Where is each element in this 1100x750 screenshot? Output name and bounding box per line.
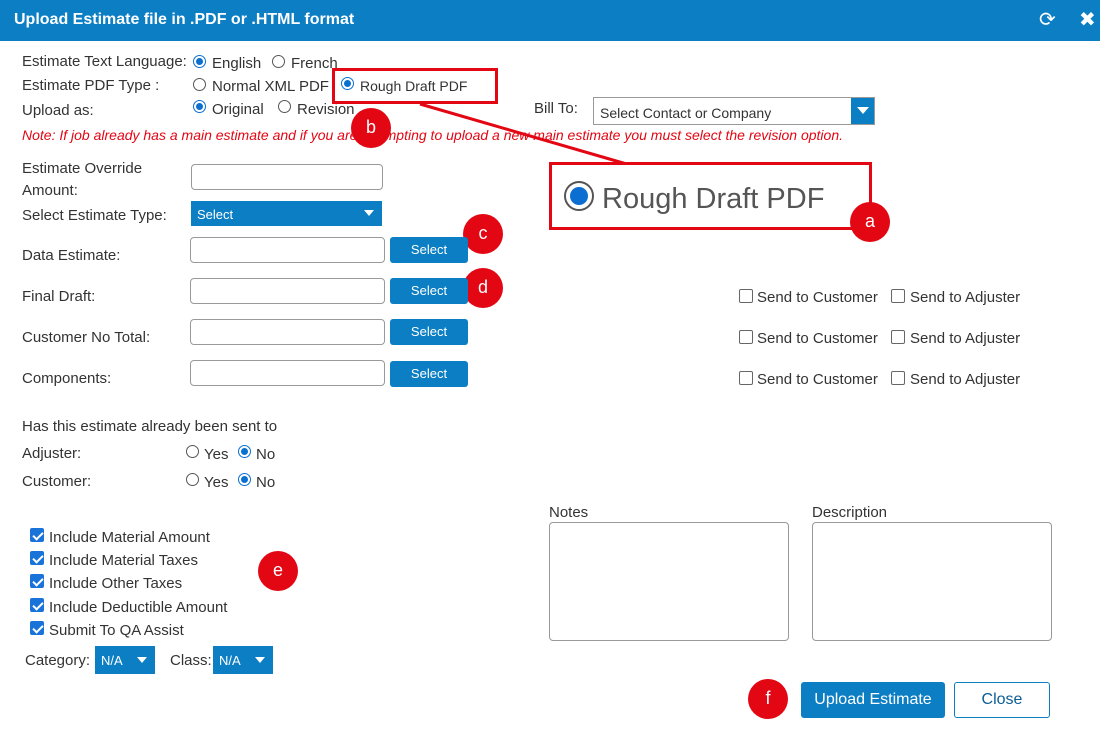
marker-d: d xyxy=(463,268,503,308)
radio-adjuster-no-label: No xyxy=(256,446,276,463)
submit-to-qa-assist-label: Submit To QA Assist xyxy=(49,622,184,639)
description-label: Description xyxy=(812,504,888,521)
callout-box: Rough Draft PDF xyxy=(549,162,872,230)
customer-label: Customer: xyxy=(22,473,92,490)
send-to-customer-checkbox[interactable] xyxy=(739,289,753,303)
class-label: Class: xyxy=(170,652,212,669)
radio-customer-yes[interactable] xyxy=(186,473,199,486)
file-label-data-estimate: Data Estimate: xyxy=(22,247,121,264)
select-button-components[interactable]: Select xyxy=(390,361,468,387)
include-material-taxes-label: Include Material Taxes xyxy=(49,552,198,569)
include-material-amount-checkbox[interactable] xyxy=(30,528,44,542)
override-label-line1: Estimate Override xyxy=(22,160,143,177)
send-to-customer-checkbox[interactable] xyxy=(739,330,753,344)
send-to-adjuster-checkbox[interactable] xyxy=(891,371,905,385)
send-to-adjuster-checkbox[interactable] xyxy=(891,330,905,344)
send-to-customer-label: Send to Customer xyxy=(757,289,878,306)
callout-radio-icon xyxy=(564,181,594,211)
class-value: N/A xyxy=(219,653,241,668)
callout-text: Rough Draft PDF xyxy=(602,183,825,215)
category-value: N/A xyxy=(101,653,123,668)
close-button[interactable]: Close xyxy=(954,682,1050,718)
radio-customer-no-label: No xyxy=(256,474,276,491)
file-label-customer-no-total: Customer No Total: xyxy=(22,329,151,346)
select-button-customer-no-total[interactable]: Select xyxy=(390,319,468,345)
override-label-line2: Amount: xyxy=(22,182,78,199)
send-to-adjuster-label: Send to Adjuster xyxy=(910,289,1021,306)
radio-customer-yes-label: Yes xyxy=(204,474,229,491)
chevron-down-icon xyxy=(364,210,374,216)
send-to-adjuster-label: Send to Adjuster xyxy=(910,330,1021,347)
override-amount-input[interactable] xyxy=(191,164,383,190)
file-input-customer-no-total[interactable] xyxy=(190,319,385,345)
category-label: Category: xyxy=(25,652,91,669)
file-input-components[interactable] xyxy=(190,360,385,386)
send-to-adjuster-label: Send to Adjuster xyxy=(910,371,1021,388)
include-material-taxes-checkbox[interactable] xyxy=(30,551,44,565)
marker-b: b xyxy=(351,108,391,148)
description-textarea[interactable] xyxy=(812,522,1052,641)
send-to-customer-checkbox[interactable] xyxy=(739,371,753,385)
marker-e: e xyxy=(258,551,298,591)
include-other-taxes-label: Include Other Taxes xyxy=(49,575,183,592)
estimate-type-value: Select xyxy=(197,207,234,222)
estimate-type-label: Select Estimate Type: xyxy=(22,207,167,224)
adjuster-label: Adjuster: xyxy=(22,445,82,462)
radio-adjuster-yes-label: Yes xyxy=(204,446,229,463)
upload-estimate-button[interactable]: Upload Estimate xyxy=(801,682,945,718)
include-deductible-amount-label: Include Deductible Amount xyxy=(49,599,228,616)
notes-textarea[interactable] xyxy=(549,522,789,641)
send-to-adjuster-checkbox[interactable] xyxy=(891,289,905,303)
marker-f: f xyxy=(748,679,788,719)
include-deductible-amount-checkbox[interactable] xyxy=(30,598,44,612)
estimate-type-select[interactable]: Select xyxy=(191,201,382,226)
chevron-down-icon xyxy=(137,657,147,663)
select-button-final-draft[interactable]: Select xyxy=(390,278,468,304)
include-material-amount-label: Include Material Amount xyxy=(49,529,210,546)
send-to-customer-label: Send to Customer xyxy=(757,371,878,388)
chevron-down-icon xyxy=(255,657,265,663)
include-other-taxes-checkbox[interactable] xyxy=(30,574,44,588)
notes-label: Notes xyxy=(549,504,589,521)
category-select[interactable]: N/A xyxy=(95,646,155,674)
submit-to-qa-assist-checkbox[interactable] xyxy=(30,621,44,635)
radio-customer-no[interactable] xyxy=(238,473,251,486)
radio-adjuster-no[interactable] xyxy=(238,445,251,458)
marker-a: a xyxy=(850,202,890,242)
file-label-final-draft: Final Draft: xyxy=(22,288,96,305)
file-input-final-draft[interactable] xyxy=(190,278,385,304)
marker-c: c xyxy=(463,214,503,254)
file-input-data-estimate[interactable] xyxy=(190,237,385,263)
already-sent-question: Has this estimate already been sent to xyxy=(22,418,278,435)
file-label-components: Components: xyxy=(22,370,112,387)
class-select[interactable]: N/A xyxy=(213,646,273,674)
select-button-data-estimate[interactable]: Select xyxy=(390,237,468,263)
send-to-customer-label: Send to Customer xyxy=(757,330,878,347)
radio-adjuster-yes[interactable] xyxy=(186,445,199,458)
